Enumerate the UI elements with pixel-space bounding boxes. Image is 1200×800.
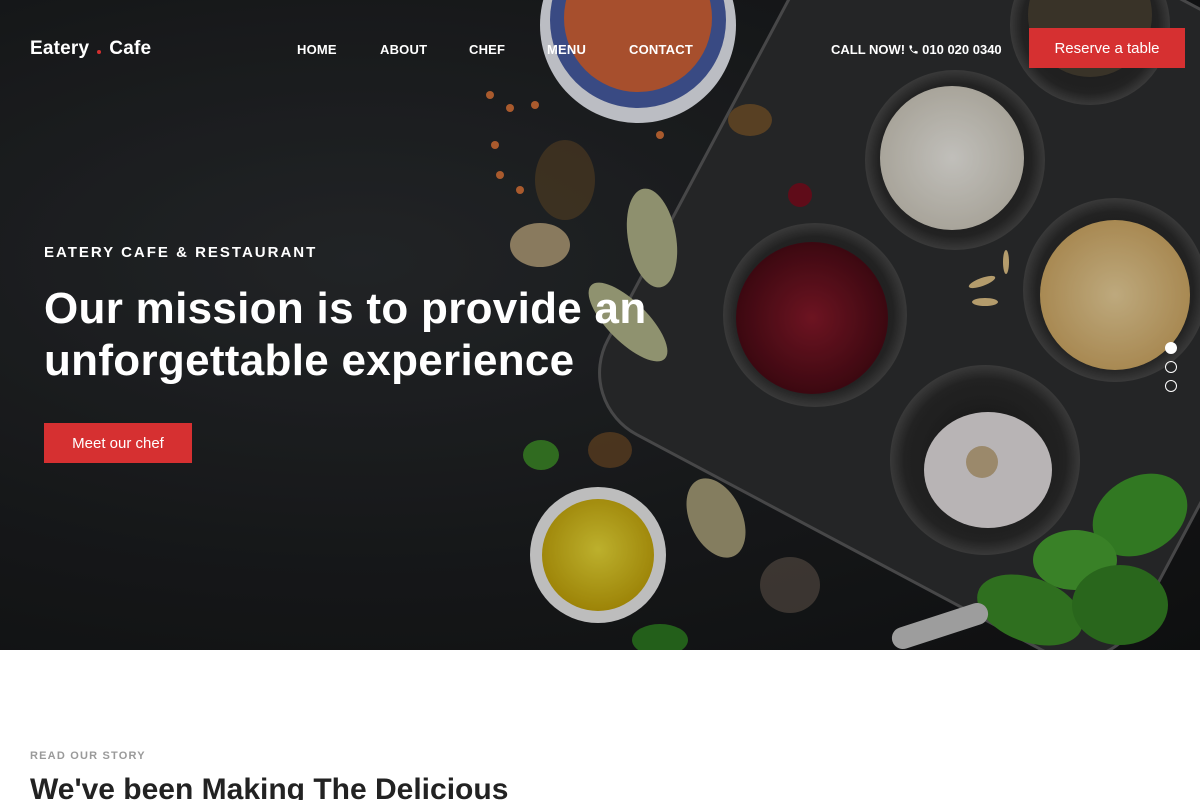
hero-eyebrow: EATERY CAFE & RESTAURANT xyxy=(44,244,318,261)
hero-headline-line1: Our mission is to provide an xyxy=(44,284,647,333)
brand-name-right: Cafe xyxy=(109,38,152,59)
hero-headline: Our mission is to provide an unforgettab… xyxy=(44,283,724,387)
slide-dot-3[interactable] xyxy=(1165,380,1177,392)
brand-dot xyxy=(97,50,102,54)
hero-section: Eatery Cafe HOME ABOUT CHEF MENU CONTACT… xyxy=(0,0,1200,650)
meet-chef-button[interactable]: Meet our chef xyxy=(44,423,192,463)
brand-logo[interactable]: Eatery Cafe xyxy=(30,38,151,60)
brand-name-left: Eatery xyxy=(30,38,90,59)
nav-contact[interactable]: CONTACT xyxy=(629,42,693,57)
nav-home[interactable]: HOME xyxy=(297,42,380,57)
nav-menu[interactable]: MENU xyxy=(547,42,629,57)
main-nav: HOME ABOUT CHEF MENU CONTACT xyxy=(297,42,693,57)
nav-about[interactable]: ABOUT xyxy=(380,42,469,57)
slide-dot-1[interactable] xyxy=(1165,342,1177,354)
story-eyebrow: READ OUR STORY xyxy=(30,750,146,762)
call-now-label: CALL NOW! xyxy=(831,42,906,57)
slide-dot-2[interactable] xyxy=(1165,361,1177,373)
reserve-table-button[interactable]: Reserve a table xyxy=(1029,28,1185,68)
nav-chef[interactable]: CHEF xyxy=(469,42,547,57)
story-title: We've been Making The Delicious xyxy=(30,773,509,800)
call-now[interactable]: CALL NOW! 010 020 0340 xyxy=(831,42,1002,57)
hero-headline-line2: unforgettable experience xyxy=(44,336,575,385)
phone-number: 010 020 0340 xyxy=(922,42,1002,57)
slider-dots xyxy=(1165,342,1177,392)
phone-icon xyxy=(909,45,918,54)
